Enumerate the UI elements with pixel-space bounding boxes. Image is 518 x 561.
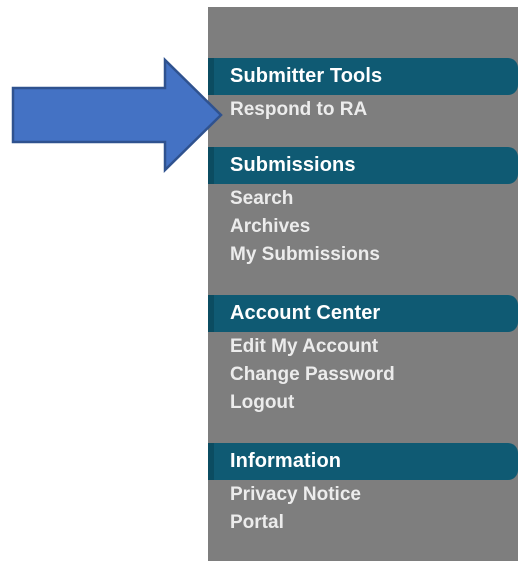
section-title: Submitter Tools <box>230 65 383 87</box>
sidebar-nav: Submitter Tools Respond to RA Submission… <box>208 7 518 561</box>
section-submitter-tools: Submitter Tools Respond to RA <box>208 58 518 125</box>
link-list: Search Archives My Submissions <box>208 186 518 270</box>
section-title: Information <box>230 450 342 472</box>
section-header-submitter-tools: Submitter Tools <box>208 58 518 95</box>
link-list: Edit My Account Change Password Logout <box>208 334 518 418</box>
section-header-submissions: Submissions <box>208 147 518 184</box>
link-my-submissions[interactable]: My Submissions <box>208 242 518 270</box>
link-list: Privacy Notice Portal <box>208 482 518 538</box>
right-arrow-icon <box>11 57 223 173</box>
link-list: Respond to RA <box>208 97 518 125</box>
section-account-center: Account Center Edit My Account Change Pa… <box>208 295 518 418</box>
section-information: Information Privacy Notice Portal <box>208 443 518 538</box>
section-header-information: Information <box>208 443 518 480</box>
link-edit-my-account[interactable]: Edit My Account <box>208 334 518 362</box>
link-change-password[interactable]: Change Password <box>208 362 518 390</box>
link-search[interactable]: Search <box>208 186 518 214</box>
section-title: Submissions <box>230 154 356 176</box>
link-portal[interactable]: Portal <box>208 510 518 538</box>
link-archives[interactable]: Archives <box>208 214 518 242</box>
link-logout[interactable]: Logout <box>208 390 518 418</box>
section-submissions: Submissions Search Archives My Submissio… <box>208 147 518 270</box>
section-title: Account Center <box>230 302 381 324</box>
link-privacy-notice[interactable]: Privacy Notice <box>208 482 518 510</box>
section-header-account-center: Account Center <box>208 295 518 332</box>
screenshot-stage: Submitter Tools Respond to RA Submission… <box>0 0 518 561</box>
link-respond-to-ra[interactable]: Respond to RA <box>208 97 518 125</box>
